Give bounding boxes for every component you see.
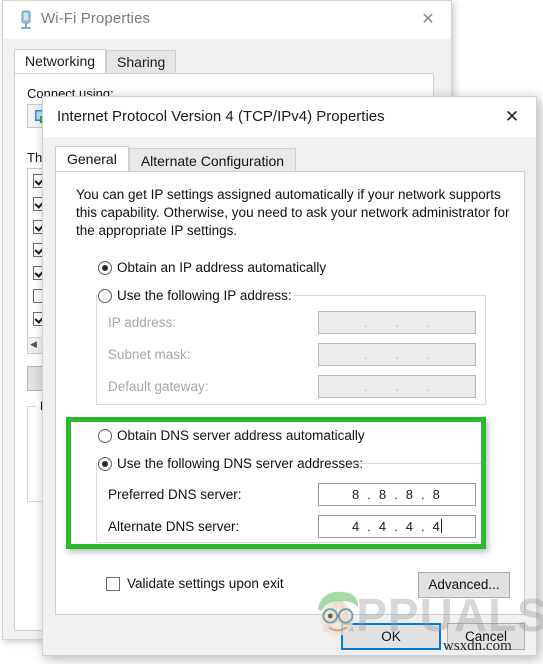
ok-button[interactable]: OK xyxy=(341,623,441,650)
intro-text: You can get IP settings assigned automat… xyxy=(76,187,510,238)
radio-label: Obtain an IP address automatically xyxy=(117,260,327,275)
default-gateway-input[interactable]: . . . xyxy=(318,375,476,398)
wifi-titlebar: Wi-Fi Properties ✕ xyxy=(3,1,451,39)
default-gateway-label: Default gateway: xyxy=(108,379,209,394)
tab-general[interactable]: General xyxy=(55,146,129,173)
wifi-window-title: Wi-Fi Properties xyxy=(41,10,151,27)
ipv4-body: General Alternate Configuration You can g… xyxy=(43,137,536,655)
alternate-dns-label: Alternate DNS server: xyxy=(108,519,240,534)
ipv4-tabstrip: General Alternate Configuration xyxy=(55,146,297,174)
text-caret xyxy=(441,519,443,533)
tab-sharing[interactable]: Sharing xyxy=(106,50,177,74)
close-icon[interactable]: ✕ xyxy=(488,97,536,137)
source-watermark: wsxdn.com xyxy=(443,638,512,654)
ip-address-label: IP address: xyxy=(108,315,177,330)
close-icon[interactable]: ✕ xyxy=(405,1,451,39)
ip-address-input[interactable]: . . . xyxy=(318,311,476,334)
radio-icon[interactable] xyxy=(98,428,112,443)
radio-obtain-ip-automatically[interactable]: Obtain an IP address automatically xyxy=(98,260,326,275)
preferred-dns-label: Preferred DNS server: xyxy=(108,487,242,502)
alternate-dns-value: 4 . 4 . 4 . 4 xyxy=(351,519,443,534)
validate-settings-checkbox-row[interactable]: Validate settings upon exit xyxy=(106,576,284,591)
checkbox-icon[interactable] xyxy=(106,576,120,591)
ipv4-titlebar: Internet Protocol Version 4 (TCP/IPv4) P… xyxy=(43,97,536,137)
radio-label: Obtain DNS server address automatically xyxy=(117,428,365,443)
dialog-title: Internet Protocol Version 4 (TCP/IPv4) P… xyxy=(57,108,385,125)
radio-obtain-dns-automatically[interactable]: Obtain DNS server address automatically xyxy=(98,428,365,443)
general-tab-panel: You can get IP settings assigned automat… xyxy=(55,171,525,615)
alternate-dns-input[interactable]: 4 . 4 . 4 . 4 xyxy=(318,515,476,538)
radio-icon[interactable] xyxy=(98,260,112,275)
preferred-dns-input[interactable]: 8 . 8 . 8 . 8 xyxy=(318,483,476,506)
network-adapter-icon xyxy=(21,10,31,29)
wifi-tabstrip: Networking Sharing xyxy=(14,49,177,75)
screenshot-root: Wi-Fi Properties ✕ Networking Sharing Con… xyxy=(0,0,543,664)
tab-networking[interactable]: Networking xyxy=(14,49,107,75)
validate-settings-label: Validate settings upon exit xyxy=(127,576,284,591)
subnet-mask-label: Subnet mask: xyxy=(108,347,191,362)
ipv4-properties-dialog: Internet Protocol Version 4 (TCP/IPv4) P… xyxy=(42,96,537,656)
advanced-button[interactable]: Advanced... xyxy=(418,572,510,598)
subnet-mask-input[interactable]: . . . xyxy=(318,343,476,366)
